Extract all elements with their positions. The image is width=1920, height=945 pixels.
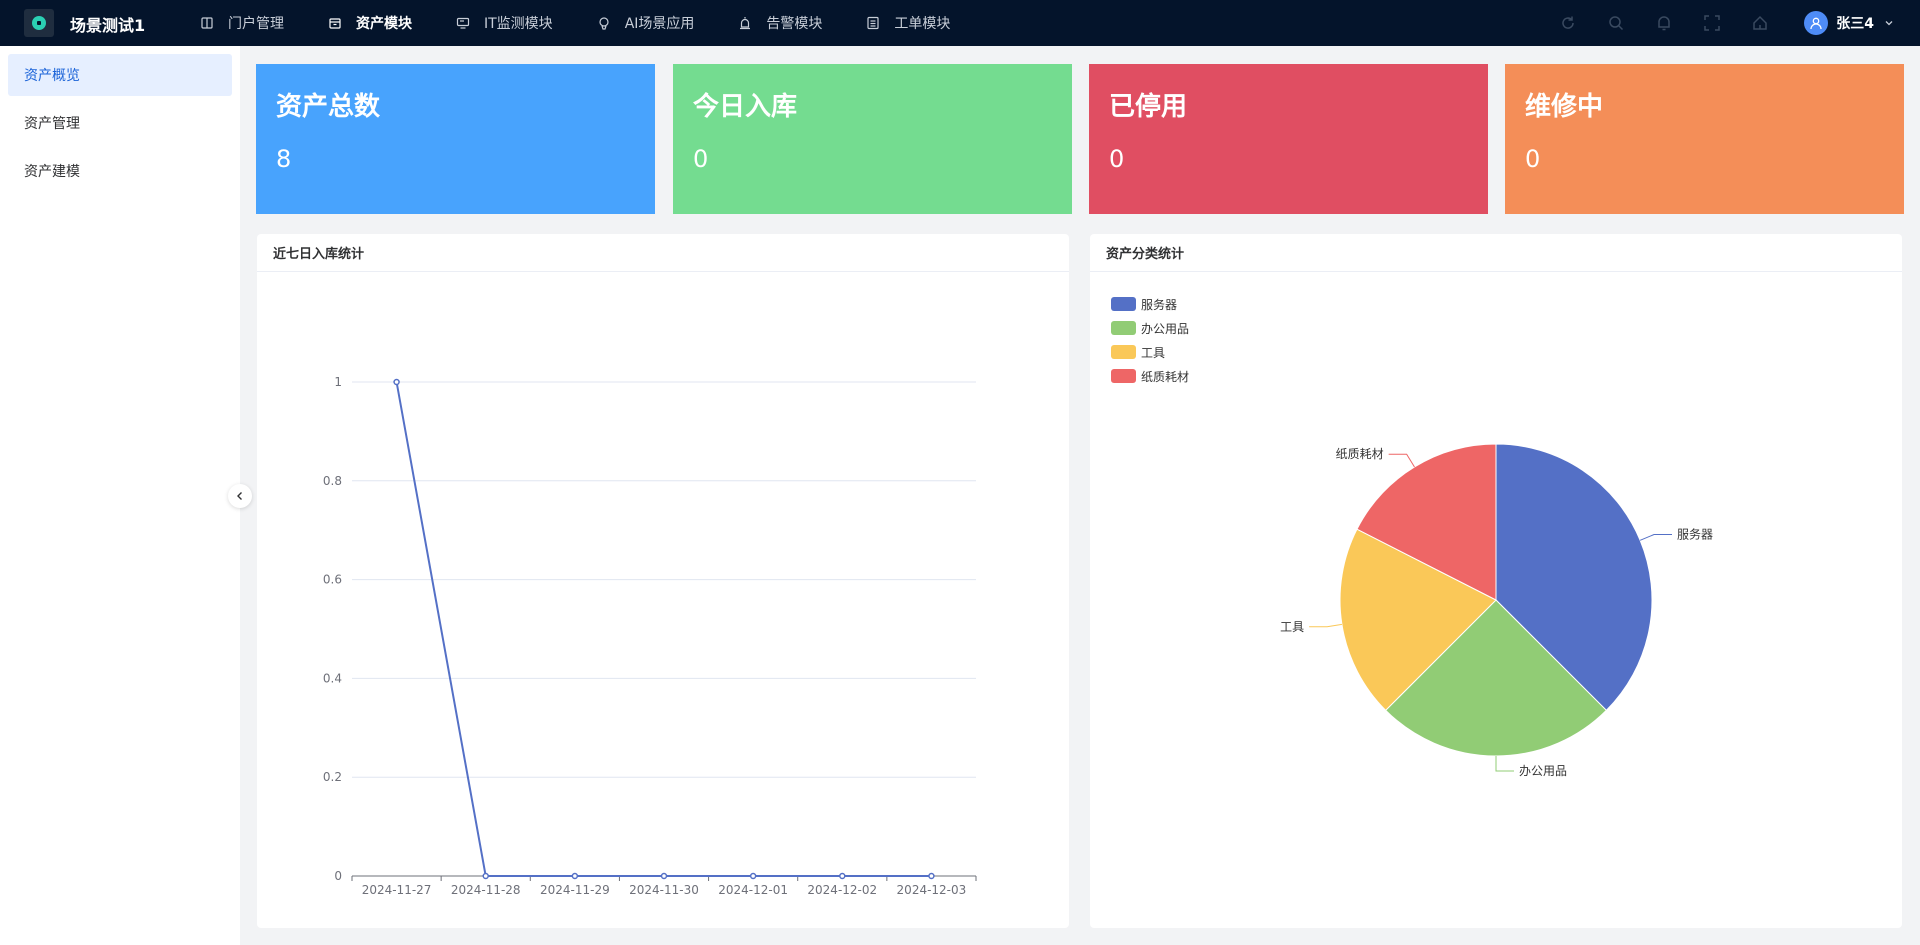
- nav-item-label: 告警模块: [766, 16, 823, 32]
- data-point[interactable]: [571, 872, 579, 880]
- pie-slice-label: 服务器: [1677, 527, 1713, 542]
- search-icon[interactable]: [1607, 14, 1625, 32]
- sidebar: 资产概览 资产管理 资产建模: [0, 46, 240, 945]
- stat-card-title: 维修中: [1525, 92, 1604, 122]
- box-icon: [329, 18, 341, 29]
- nav-item-alarm[interactable]: 告警模块: [716, 0, 844, 46]
- stat-card-value: 0: [1525, 145, 1541, 173]
- pie-chart: 服务器办公用品 工具 纸质耗材: [1280, 443, 1713, 778]
- pie-label-line: [1639, 534, 1672, 541]
- x-tick-label: 2024-11-29: [540, 883, 610, 897]
- avatar: [1804, 11, 1829, 35]
- x-tick-label: 2024-12-01: [718, 883, 788, 897]
- alarm-icon: [740, 17, 751, 30]
- bell-icon[interactable]: [1655, 14, 1673, 32]
- data-point[interactable]: [749, 872, 757, 880]
- pie-label-line: [1388, 453, 1415, 468]
- stat-card-title: 已停用: [1109, 92, 1188, 122]
- stat-card-value: 0: [693, 145, 709, 173]
- nav-item-label: 门户管理: [228, 16, 284, 32]
- fullscreen-icon[interactable]: [1703, 14, 1721, 32]
- nav-item-label: AI场景应用: [624, 16, 695, 32]
- y-tick-label: 0.4: [323, 671, 342, 685]
- nav-item-label: 工单模块: [894, 16, 951, 32]
- x-tick-label: 2024-11-27: [362, 883, 432, 897]
- bulb-icon: [599, 17, 609, 30]
- sidebar-item-label: 资产管理: [24, 116, 80, 132]
- x-tick-label: 2024-11-28: [451, 883, 521, 897]
- nav-item-label: IT监测模块: [484, 16, 553, 32]
- stat-card-value: 8: [276, 145, 292, 173]
- refresh-icon[interactable]: [1559, 14, 1577, 32]
- stat-card-title: 资产总数: [276, 92, 381, 122]
- chevron-down-icon: [1885, 21, 1893, 26]
- app-title: 场景测试1: [70, 16, 146, 35]
- data-point[interactable]: [393, 378, 400, 386]
- logo-icon: [32, 16, 46, 30]
- monitor-icon: [456, 17, 470, 29]
- stat-card-today-inbound: 今日入库 0: [673, 64, 1072, 214]
- stat-card-total-assets: 资产总数 8: [256, 64, 655, 214]
- pie-slice-label: 办公用品: [1519, 763, 1567, 778]
- y-tick-label: 0.2: [323, 770, 342, 784]
- y-tick-label: 0.8: [323, 474, 342, 488]
- chevron-left-icon: [237, 492, 242, 500]
- data-point[interactable]: [482, 872, 489, 880]
- top-navbar: 场景测试1 门户管理 资产模块 IT监测模块 AI场景应用 告警模块 工单模块: [0, 0, 1920, 46]
- list-icon: [867, 16, 880, 30]
- pie-label-line: [1495, 756, 1514, 772]
- line-chart: 0 0.2 0.4 0.6 0.8 1 2024-11-27 2024-11-28 2024-1…: [323, 375, 977, 897]
- y-tick-label: 0.6: [323, 573, 342, 587]
- y-tick-label: 1: [334, 375, 342, 389]
- series-line: [395, 381, 932, 877]
- x-tick-label: 2024-12-03: [897, 883, 967, 897]
- x-tick-label: 2024-12-02: [807, 883, 877, 897]
- asset-category-panel: 资产分类统计 服务器办公用品 工具 纸质耗材 服务器办公用品 工具 纸质耗材: [1090, 234, 1902, 928]
- sidebar-collapse-button[interactable]: [228, 484, 252, 508]
- stat-card-disabled: 已停用 0: [1089, 64, 1488, 214]
- nav-item-workorder[interactable]: 工单模块: [844, 0, 972, 46]
- stat-card-title: 今日入库: [693, 92, 798, 122]
- sidebar-item-label: 资产概览: [24, 68, 80, 84]
- weekly-inbound-panel: 近七日入库统计 0 0.2 0.4 0.6 0.8 1 2024-11-27 2024-11-…: [257, 234, 1069, 928]
- stat-card-under-repair: 维修中 0: [1505, 64, 1904, 214]
- user-menu[interactable]: 张三4: [1804, 11, 1894, 35]
- panel-title: 资产分类统计: [1090, 234, 1902, 272]
- pie-label-line: [1309, 623, 1342, 628]
- app-logo[interactable]: [24, 9, 54, 37]
- nav-item-it-monitor[interactable]: IT监测模块: [434, 0, 575, 46]
- book-icon: [201, 17, 213, 29]
- x-tick-label: 2024-11-30: [629, 883, 699, 897]
- sidebar-item-asset-modeling[interactable]: 资产建模: [8, 150, 232, 192]
- nav-item-label: 资产模块: [356, 16, 412, 32]
- nav-item-portal[interactable]: 门户管理: [178, 0, 306, 46]
- data-point[interactable]: [660, 872, 668, 880]
- header-tools: 张三4: [1544, 0, 1920, 46]
- stat-card-value: 0: [1109, 145, 1125, 173]
- y-tick-label: 0: [334, 869, 342, 883]
- sidebar-item-asset-management[interactable]: 资产管理: [8, 102, 232, 144]
- sidebar-item-asset-overview[interactable]: 资产概览: [8, 54, 232, 96]
- main-nav: 门户管理 资产模块 IT监测模块 AI场景应用 告警模块 工单模块: [178, 0, 972, 46]
- data-point[interactable]: [839, 872, 846, 880]
- user-name: 张三4: [1836, 16, 1874, 32]
- home-icon[interactable]: [1751, 14, 1769, 32]
- nav-item-ai-scenes[interactable]: AI场景应用: [575, 0, 717, 46]
- pie-slice-label: 纸质耗材: [1336, 447, 1384, 461]
- sidebar-item-label: 资产建模: [24, 164, 80, 180]
- user-icon: [1810, 17, 1822, 30]
- panel-title: 近七日入库统计: [257, 234, 1069, 272]
- nav-item-assets[interactable]: 资产模块: [306, 0, 434, 46]
- pie-slice-label: 工具: [1280, 620, 1304, 634]
- data-point[interactable]: [928, 872, 935, 880]
